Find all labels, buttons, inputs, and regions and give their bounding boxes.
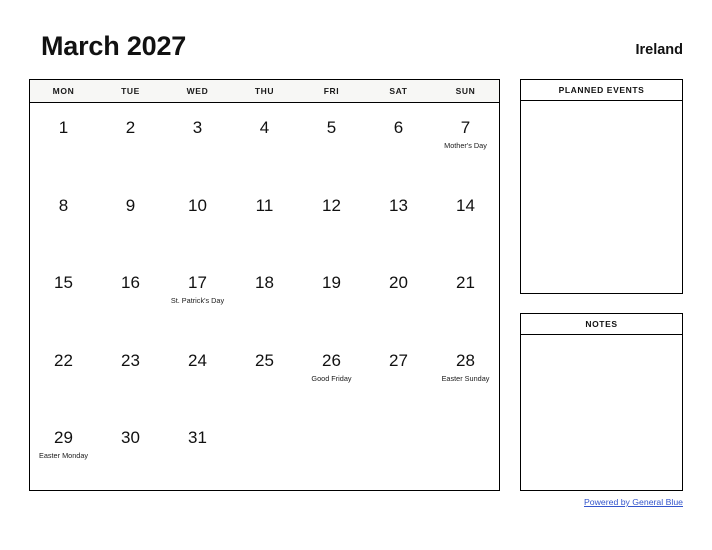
day-cell[interactable]: 24 [164, 336, 231, 414]
day-cell[interactable]: 9 [97, 181, 164, 259]
calendar-weeks: 1 2 3 4 5 6 7 Mother's Day 8 9 10 11 12 13 14 15 16 17 St.… [30, 103, 499, 491]
day-number: 28 [456, 350, 475, 370]
day-cell[interactable]: 12 [298, 181, 365, 259]
page-title: March 2027 [41, 31, 187, 61]
day-number: 30 [121, 428, 140, 448]
day-event-label: Easter Monday [38, 451, 89, 461]
day-cell[interactable]: 26 Good Friday [298, 336, 365, 414]
day-number: 5 [326, 118, 337, 137]
day-cell[interactable]: 30 [97, 413, 164, 491]
day-number: 2 [125, 118, 136, 137]
day-cell[interactable]: 4 [231, 103, 298, 181]
day-number: 11 [255, 195, 274, 215]
day-number: 9 [125, 195, 136, 215]
calendar-week-row: 29 Easter Monday 30 31 [30, 413, 499, 491]
day-number: 6 [393, 118, 404, 137]
day-number: 23 [121, 350, 140, 370]
weekday-header-sun: SUN [455, 86, 476, 96]
day-number: 27 [389, 350, 408, 370]
weekday-header-tue: TUE [121, 86, 140, 96]
country-label: Ireland [635, 42, 683, 58]
page-header: March 2027 Ireland [0, 30, 712, 68]
day-cell[interactable]: 8 [30, 181, 97, 259]
day-cell[interactable]: 19 [298, 258, 365, 336]
planned-events-writing-area[interactable] [521, 101, 682, 293]
day-cell-empty [231, 413, 298, 491]
day-event-label: Good Friday [311, 373, 352, 383]
day-cell[interactable]: 11 [231, 181, 298, 259]
day-cell[interactable]: 3 [164, 103, 231, 181]
weekday-header-fri: FRI [323, 86, 340, 96]
planned-events-title: PLANNED EVENTS [521, 80, 682, 101]
day-event-label: Mother's Day [444, 141, 487, 150]
day-cell[interactable]: 2 [97, 103, 164, 181]
day-number: 3 [192, 118, 203, 137]
day-cell[interactable]: 23 [97, 336, 164, 414]
day-cell[interactable]: 17 St. Patrick's Day [164, 258, 231, 336]
day-cell[interactable]: 1 [30, 103, 97, 181]
notes-panel: NOTES [520, 313, 683, 491]
day-cell[interactable]: 27 [365, 336, 432, 414]
planned-events-panel: PLANNED EVENTS [520, 79, 683, 294]
day-cell[interactable]: 21 [432, 258, 499, 336]
day-number: 8 [58, 195, 69, 215]
day-cell[interactable]: 28 Easter Sunday [432, 336, 499, 414]
day-cell[interactable]: 16 [97, 258, 164, 336]
day-number: 22 [54, 350, 73, 370]
day-number: 12 [322, 195, 341, 215]
day-number: 25 [255, 350, 274, 370]
day-number: 13 [389, 195, 408, 215]
day-cell[interactable]: 22 [30, 336, 97, 414]
day-number: 15 [54, 273, 73, 293]
weekday-header-wed: WED [186, 86, 209, 96]
day-number: 19 [322, 273, 341, 293]
day-cell[interactable]: 14 [432, 181, 499, 259]
day-cell[interactable]: 10 [164, 181, 231, 259]
day-number: 4 [259, 118, 270, 137]
day-number: 24 [188, 350, 207, 370]
day-number: 1 [58, 118, 69, 137]
day-number: 14 [456, 195, 475, 215]
day-cell[interactable]: 29 Easter Monday [30, 413, 97, 491]
day-number: 18 [255, 273, 274, 293]
weekday-header-row: MON TUE WED THU FRI SAT SUN [30, 80, 499, 103]
day-number: 10 [188, 195, 207, 215]
day-cell-empty [365, 413, 432, 491]
calendar-grid: MON TUE WED THU FRI SAT SUN 1 2 3 4 5 6 7 Mother's Da… [29, 79, 500, 491]
day-number: 17 [188, 273, 207, 293]
day-number: 31 [188, 428, 207, 448]
day-number: 7 [460, 118, 471, 137]
day-number: 26 [322, 350, 341, 370]
powered-by-link[interactable]: Powered by General Blue [584, 496, 683, 508]
day-cell[interactable]: 5 [298, 103, 365, 181]
day-cell[interactable]: 15 [30, 258, 97, 336]
day-number: 21 [456, 273, 475, 293]
day-cell[interactable]: 18 [231, 258, 298, 336]
day-cell[interactable]: 7 Mother's Day [432, 103, 499, 181]
calendar-week-row: 1 2 3 4 5 6 7 Mother's Day [30, 103, 499, 181]
day-cell[interactable]: 13 [365, 181, 432, 259]
day-number: 20 [389, 273, 408, 293]
calendar-week-row: 8 9 10 11 12 13 14 [30, 181, 499, 259]
calendar-week-row: 15 16 17 St. Patrick's Day 18 19 20 21 [30, 258, 499, 336]
day-cell[interactable]: 31 [164, 413, 231, 491]
day-cell[interactable]: 20 [365, 258, 432, 336]
day-event-label: St. Patrick's Day [170, 296, 225, 306]
day-event-label: Easter Sunday [441, 373, 490, 383]
notes-title: NOTES [521, 314, 682, 335]
notes-writing-area[interactable] [521, 335, 682, 490]
day-number: 29 [54, 428, 73, 448]
day-number: 16 [121, 273, 140, 293]
weekday-header-sat: SAT [389, 86, 408, 96]
day-cell[interactable]: 25 [231, 336, 298, 414]
calendar-week-row: 22 23 24 25 26 Good Friday 27 28 Easter Sunday [30, 336, 499, 414]
day-cell-empty [432, 413, 499, 491]
day-cell-empty [298, 413, 365, 491]
weekday-header-thu: THU [254, 86, 275, 96]
weekday-header-mon: MON [52, 86, 75, 96]
day-cell[interactable]: 6 [365, 103, 432, 181]
